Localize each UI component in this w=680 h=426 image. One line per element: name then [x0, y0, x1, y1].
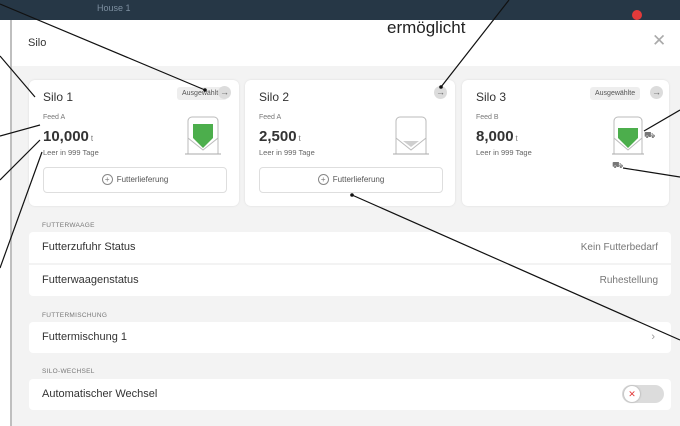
truck-small-icon: ⛟ [612, 160, 624, 170]
row-feed-scale-status: Futterwaagenstatus Ruhestellung [29, 265, 671, 296]
row-feed-mix[interactable]: Futtermischung 1 › [29, 322, 671, 353]
row-feed-supply-status: Futterzufuhr Status Kein Futterbedarf [29, 232, 671, 263]
silo-name: Silo 1 [43, 90, 74, 104]
feed-delivery-button[interactable]: + Futterlieferung [43, 167, 227, 193]
row-label: Futtermischung 1 [42, 331, 127, 343]
arrow-right-icon[interactable]: → [218, 86, 231, 99]
silo-fill [618, 128, 638, 148]
chevron-right-icon: › [651, 331, 655, 343]
section-title-silo-wechsel: SILO-WECHSEL [42, 368, 95, 375]
feed-amount: 8,000 t [476, 128, 518, 145]
feed-name: Feed A [259, 114, 282, 121]
empty-in-text: Leer in 999 Tage [43, 148, 99, 157]
notification-badge[interactable] [632, 10, 642, 20]
row-label: Futterwaagenstatus [42, 274, 139, 286]
background-app-header: House 1 [0, 0, 680, 20]
automatic-switch-toggle[interactable]: ✕ [622, 385, 664, 403]
silo-card-1[interactable]: Silo 1 Ausgewählte → Feed A 10,000 t Leer… [29, 80, 239, 206]
row-automatic-switch: Automatischer Wechsel ✕ [29, 379, 671, 410]
silo-card-2[interactable]: Silo 2 → Feed A 2,500 t Leer in 999 Tage … [245, 80, 455, 206]
empty-in-text: Leer in 999 Tage [259, 148, 315, 157]
feed-amount: 2,500 t [259, 128, 301, 145]
toggle-off-x-icon: ✕ [624, 386, 640, 402]
row-value: Kein Futterbedarf [580, 242, 658, 253]
plus-circle-icon: + [101, 174, 113, 186]
selected-badge: Ausgewählte [590, 87, 641, 100]
arrow-right-icon[interactable]: → [650, 86, 663, 99]
silo-modal: Silo ✕ Silo 1 Ausgewählte → Feed A 10,00… [10, 20, 680, 426]
feed-amount: 10,000 t [43, 128, 94, 145]
row-value: Ruhestellung [599, 275, 658, 286]
silo-name: Silo 3 [476, 90, 507, 104]
truck-icon: ⛟ [644, 130, 656, 140]
background-header-text: House 1 [97, 3, 131, 13]
row-label: Futterzufuhr Status [42, 241, 136, 253]
silo-level-icon [185, 116, 221, 155]
caption-text: ermöglicht [387, 18, 466, 37]
silo-level-icon [612, 116, 644, 155]
section-title-futtermischung: FUTTERMISCHUNG [42, 312, 108, 319]
silo-level-icon [393, 116, 429, 155]
feed-delivery-button[interactable]: + Futterlieferung [259, 167, 443, 193]
arrow-right-icon[interactable]: → [434, 86, 447, 99]
feed-name: Feed A [43, 114, 66, 121]
silo-card-3[interactable]: Silo 3 Ausgewählte → Feed B 8,000 t Leer … [462, 80, 669, 206]
modal-title: Silo [28, 37, 47, 49]
section-title-futterwaage: FUTTERWAAGE [42, 222, 95, 229]
plus-circle-icon: + [317, 174, 329, 186]
row-label: Automatischer Wechsel [42, 388, 158, 400]
empty-in-text: Leer in 999 Tage [476, 148, 532, 157]
silo-name: Silo 2 [259, 90, 290, 104]
modal-header: Silo ✕ [12, 20, 680, 66]
close-icon[interactable]: ✕ [652, 32, 666, 49]
feed-name: Feed B [476, 114, 499, 121]
